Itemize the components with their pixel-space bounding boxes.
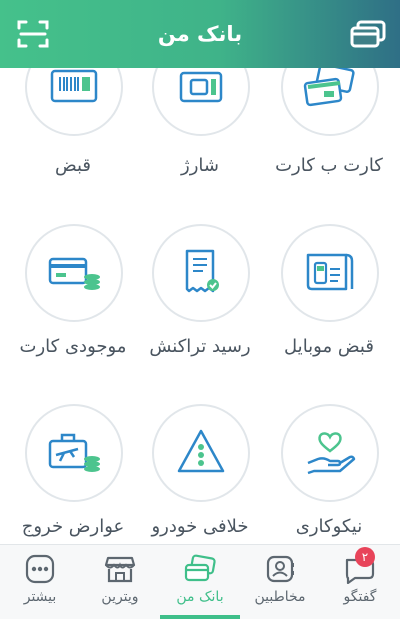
service-label: عوارض خروج — [21, 516, 125, 537]
tab-label: بیشتر — [23, 589, 57, 605]
bank-cards-icon — [184, 554, 216, 582]
charge-circle[interactable] — [152, 68, 250, 136]
tab-label: بانک من — [176, 589, 224, 605]
card-balance-circle[interactable] — [25, 224, 123, 322]
exit-toll-circle[interactable] — [25, 404, 123, 502]
tab-label: ویترین — [101, 589, 139, 605]
page-title: بانک من — [157, 22, 243, 46]
transaction-receipt-icon — [185, 249, 219, 293]
tab-storefront[interactable]: ویترین — [80, 545, 160, 619]
storefront-icon — [104, 556, 136, 583]
tab-my-bank[interactable]: بانک من — [160, 545, 240, 619]
service-label: موجودی کارت — [19, 336, 127, 357]
more-icon — [25, 554, 55, 584]
app-header: بانک من — [0, 0, 400, 68]
service-label: قبض موبایل — [284, 336, 374, 357]
cards-icon[interactable] — [350, 18, 386, 50]
car-violation-circle[interactable] — [152, 404, 250, 502]
bill-circle[interactable] — [25, 68, 123, 136]
charity-circle[interactable] — [281, 404, 379, 502]
services-grid: کارت ب کارت شارژ قبض قبض موبایل رسید ترا… — [0, 68, 400, 544]
active-tab-indicator — [160, 615, 240, 619]
mobile-bill-circle[interactable] — [281, 224, 379, 322]
card-to-card-circle[interactable] — [281, 68, 379, 136]
card-balance-icon — [48, 257, 100, 290]
service-label: نیکوکاری — [295, 516, 363, 537]
transaction-receipt-circle[interactable] — [152, 224, 250, 322]
tab-label: مخاطبین — [254, 589, 306, 605]
sim-card-icon — [179, 71, 223, 103]
unread-badge: ۲ — [355, 547, 375, 567]
mobile-bill-icon — [306, 253, 354, 291]
service-label: کارت ب کارت — [275, 155, 383, 176]
tab-more[interactable]: بیشتر — [0, 545, 80, 619]
tab-contacts[interactable]: مخاطبین — [240, 545, 320, 619]
bill-barcode-icon — [50, 69, 98, 103]
card-to-card-icon — [303, 68, 355, 107]
tab-chat[interactable]: ۲ گفتگو — [320, 545, 400, 619]
qr-scan-icon[interactable] — [16, 18, 50, 50]
bottom-tab-bar: ۲ گفتگو مخاطبین بانک من ویترین بیشتر — [0, 544, 400, 619]
charity-heart-icon — [307, 432, 356, 475]
tab-label: گفتگو — [343, 589, 377, 605]
contacts-icon — [266, 555, 294, 583]
car-violation-warning-icon — [177, 429, 225, 473]
service-label: قبض — [54, 155, 92, 176]
exit-toll-luggage-icon — [48, 433, 100, 472]
